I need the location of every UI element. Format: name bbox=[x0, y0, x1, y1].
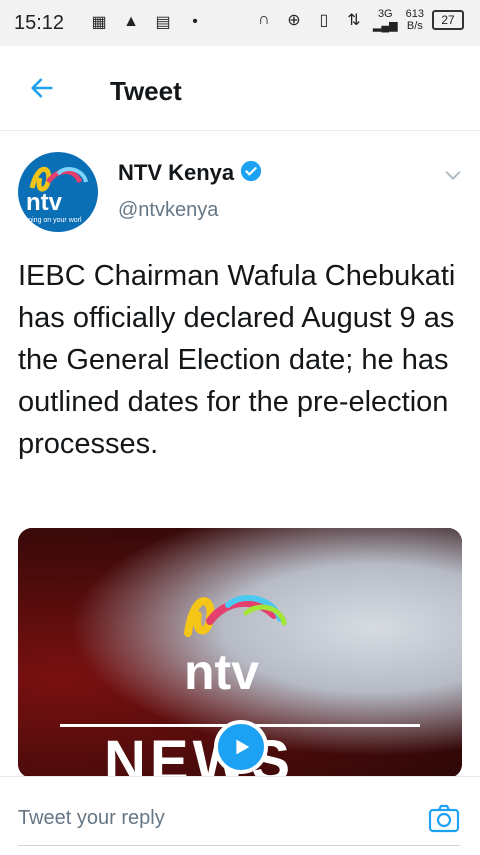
tweet-text: IEBC Chairman Wafula Chebukati has offic… bbox=[18, 260, 456, 460]
svg-text:ntv: ntv bbox=[184, 644, 259, 700]
image-notification-icon: ▦ bbox=[91, 14, 107, 31]
play-icon bbox=[236, 739, 250, 755]
reply-bar: Tweet your reply bbox=[0, 776, 480, 855]
status-bar: 15:12 ▦ ▲ ▤ • ∩ ⊕ ▯ ⇅ 3G ▂▄▆ 613 B/s 27 bbox=[0, 0, 480, 46]
svg-text:urning on your worl: urning on your worl bbox=[22, 217, 82, 224]
app-header: Tweet bbox=[0, 46, 480, 131]
reply-input[interactable]: Tweet your reply bbox=[18, 807, 165, 830]
data-transfer-icon: ⇅ bbox=[347, 12, 361, 29]
network-type: 3G ▂▄▆ bbox=[372, 8, 398, 32]
verified-badge-icon bbox=[240, 160, 262, 182]
net-speed: 613 B/s bbox=[405, 8, 424, 32]
message-icon: ▤ bbox=[155, 14, 171, 31]
svg-text:ntv: ntv bbox=[26, 189, 63, 216]
headphones-icon: ∩ bbox=[258, 11, 270, 28]
dot-icon: • bbox=[192, 13, 198, 30]
camera-icon[interactable] bbox=[428, 803, 460, 833]
arrow-left-icon[interactable] bbox=[28, 74, 56, 102]
status-icons-right: ∩ ⊕ ▯ ⇅ 3G ▂▄▆ 613 B/s 27 bbox=[253, 8, 464, 32]
battery-indicator: 27 bbox=[432, 10, 464, 30]
status-icons-left: ▦ ▲ ▤ • bbox=[88, 12, 206, 32]
status-time: 15:12 bbox=[14, 12, 65, 34]
vibrate-icon: ▯ bbox=[319, 12, 329, 29]
signal-icon: ▂▄▆ bbox=[372, 20, 398, 32]
page-title: Tweet bbox=[110, 76, 182, 106]
data-saver-icon: ⊕ bbox=[287, 12, 301, 29]
author-name[interactable]: NTV Kenya bbox=[118, 160, 234, 186]
ntv-media-logo: ntv bbox=[184, 594, 287, 700]
warning-icon: ▲ bbox=[123, 13, 139, 30]
ntv-avatar-logo: ntv urning on your worl bbox=[22, 166, 88, 224]
author-handle[interactable]: @ntvkenya bbox=[118, 199, 218, 222]
play-button[interactable] bbox=[214, 720, 268, 774]
avatar[interactable]: ntv urning on your worl bbox=[18, 152, 98, 232]
chevron-down-icon[interactable] bbox=[442, 164, 464, 186]
reply-underline bbox=[18, 845, 460, 846]
